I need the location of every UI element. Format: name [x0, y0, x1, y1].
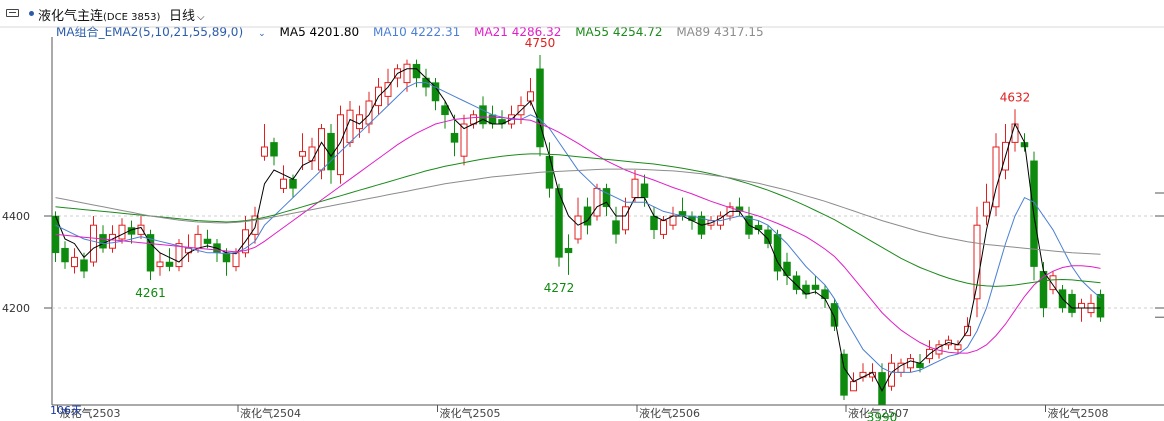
y-tick-label: 4400 [2, 210, 30, 223]
candle-body[interactable] [203, 238, 212, 244]
candle-body[interactable] [365, 100, 373, 125]
candle-body[interactable] [631, 178, 639, 199]
candle-body[interactable] [640, 183, 649, 198]
candle-body[interactable] [61, 247, 69, 263]
candle-body[interactable] [90, 224, 97, 263]
candle-body[interactable] [71, 256, 78, 268]
candle-body[interactable] [80, 259, 88, 272]
price-annotation: 4272 [544, 281, 575, 295]
candle-body[interactable] [479, 105, 487, 125]
candle-body[interactable] [99, 234, 107, 249]
candle-body[interactable] [450, 132, 459, 143]
candle-body[interactable] [280, 178, 287, 189]
price-annotation: 4750 [525, 36, 556, 50]
candle-body[interactable] [403, 63, 411, 84]
candle-body[interactable] [916, 362, 924, 369]
y-tick-label: 4200 [2, 302, 30, 315]
bar-count-label: 106天 [50, 404, 82, 417]
candle-body[interactable] [907, 358, 914, 369]
candle-body[interactable] [840, 353, 848, 396]
candle-body[interactable] [194, 233, 202, 249]
candle-body[interactable] [583, 206, 592, 226]
candle-body[interactable] [650, 215, 658, 231]
candle-body[interactable] [612, 220, 620, 235]
candle-body[interactable] [878, 372, 886, 405]
candle-body[interactable] [318, 128, 325, 171]
candlestick-chart[interactable]: 44004200液化气2503 液化气2504 液化气2505 液化气2506 液化气2… [0, 0, 1164, 421]
candle-body[interactable] [1011, 123, 1019, 143]
x-tick-label: 液化气2508 [1048, 406, 1109, 420]
candle-body[interactable] [811, 284, 820, 290]
candle-body[interactable] [536, 68, 544, 148]
price-annotation: 3990 [867, 411, 898, 421]
price-annotation: 4261 [135, 286, 166, 300]
candle-body[interactable] [270, 142, 278, 157]
candle-body[interactable] [850, 381, 857, 392]
candle-body[interactable] [346, 109, 354, 143]
candle-body[interactable] [289, 178, 297, 189]
candle-body[interactable] [830, 303, 839, 327]
candle-body[interactable] [261, 146, 268, 157]
candle-body[interactable] [165, 261, 174, 267]
candle-body[interactable] [109, 233, 116, 249]
candle-body[interactable] [299, 151, 306, 157]
candle-body[interactable] [954, 344, 962, 350]
candle-body[interactable] [660, 220, 667, 235]
candle-body[interactable] [593, 187, 601, 217]
candle-body[interactable] [574, 215, 582, 240]
candle-body[interactable] [308, 146, 316, 162]
candle-body[interactable] [1078, 302, 1085, 309]
candle-body[interactable] [156, 261, 164, 268]
candle-body[interactable] [118, 224, 126, 240]
candle-body[interactable] [564, 247, 573, 254]
candle-body[interactable] [327, 132, 335, 171]
candle-body[interactable] [441, 105, 449, 116]
price-annotation: 4632 [1000, 90, 1031, 104]
x-tick-label: 液化气2505 [440, 406, 501, 420]
candle-body[interactable] [783, 261, 791, 277]
candle-body[interactable] [602, 188, 611, 208]
candle-body[interactable] [137, 224, 145, 235]
candle-body[interactable] [802, 284, 810, 295]
candle-body[interactable] [527, 91, 534, 102]
candle-body[interactable] [622, 206, 629, 231]
candle-body[interactable] [232, 252, 240, 268]
x-tick-label: 液化气2506 [639, 406, 700, 420]
x-tick-label: 液化气2504 [240, 406, 301, 420]
candle-body[interactable] [973, 224, 981, 300]
candle-body[interactable] [983, 201, 990, 217]
candle-body[interactable] [1068, 293, 1076, 313]
candle-body[interactable] [888, 362, 895, 387]
